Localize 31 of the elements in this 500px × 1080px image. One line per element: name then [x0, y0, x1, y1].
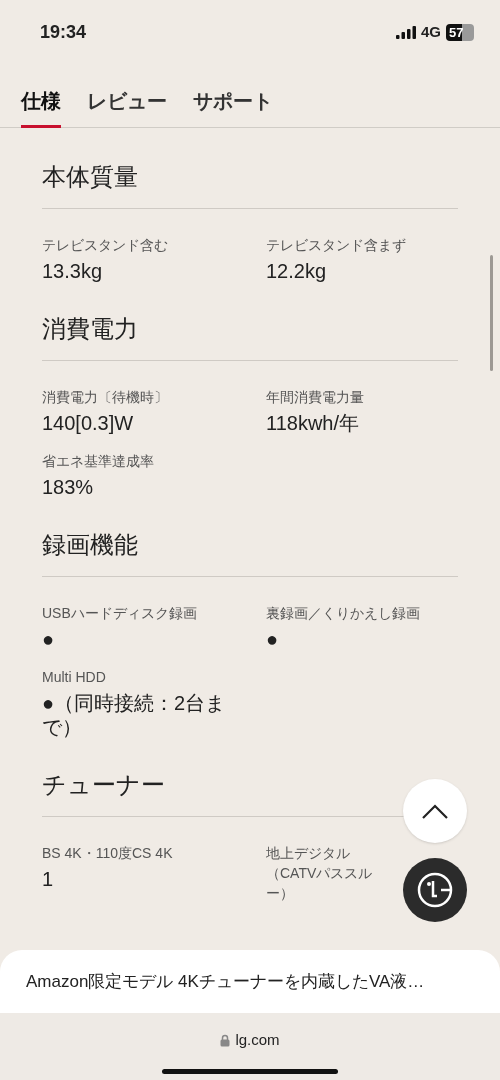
spec-label: 年間消費電力量 — [266, 388, 365, 407]
spec-value: 183% — [42, 475, 95, 499]
section-title: 消費電力 — [42, 314, 139, 344]
tab[interactable]: 仕様 — [21, 60, 61, 128]
spec-label: 地上デジタル（CATVパススルー） — [266, 844, 374, 903]
spec-label: テレビスタンド含まず — [266, 236, 407, 255]
bottom-sheet[interactable]: Amazon限定モデル 4Kチューナーを内蔵したVA液… — [0, 950, 500, 1013]
spec-value: 12.2kg — [266, 259, 328, 283]
section-title: チューナー — [42, 770, 166, 800]
spec-value: 140[0.3]W — [42, 411, 135, 435]
spec-label: BS 4K・110度CS 4K — [42, 844, 174, 863]
url-text[interactable]: lg.com — [235, 1029, 280, 1052]
spec-label: 消費電力〔待機時〕 — [42, 388, 169, 407]
spec-value: ● — [42, 627, 56, 651]
spec-value: ●（同時接続：2台まで） — [42, 691, 227, 739]
spec-value: 118kwh/年 — [266, 411, 360, 435]
sheet-title: Amazon限定モデル 4Kチューナーを内蔵したVA液… — [26, 970, 425, 993]
tab[interactable]: サポート — [193, 60, 273, 128]
section-title: 録画機能 — [42, 530, 139, 560]
spec-label: 裏録画／くりかえし録画 — [266, 604, 421, 623]
spec-value: ● — [266, 627, 280, 651]
spec-label: Multi HDD — [42, 668, 107, 687]
network-label: 4G — [421, 21, 441, 42]
tab[interactable]: レビュー — [87, 60, 167, 128]
section-title: 本体質量 — [42, 162, 139, 192]
spec-label: USBハードディスク録画 — [42, 604, 198, 623]
spec-label: テレビスタンド含む — [42, 236, 169, 255]
spec-value: 1 — [42, 867, 55, 891]
spec-label: 省エネ基準達成率 — [42, 452, 155, 471]
status-time: 19:34 — [40, 20, 87, 44]
spec-value: 13.3kg — [42, 259, 104, 283]
